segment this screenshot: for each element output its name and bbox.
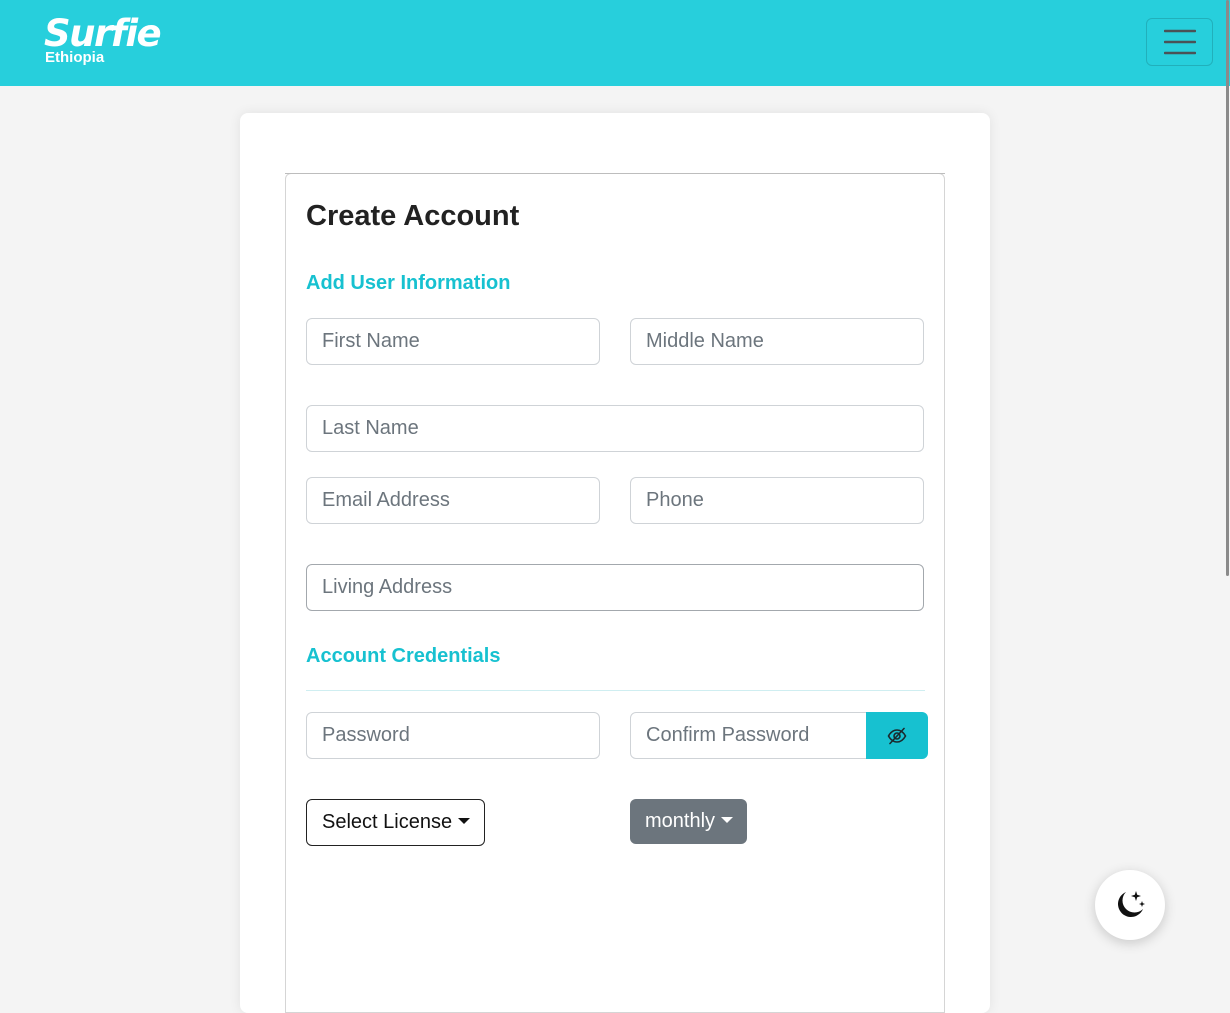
last-name-input[interactable] <box>306 405 924 452</box>
page-title: Create Account <box>306 200 520 232</box>
hamburger-menu-icon <box>1163 29 1196 55</box>
eye-slash-icon <box>887 727 907 744</box>
section-divider <box>306 690 925 691</box>
theme-toggle-button[interactable] <box>1095 870 1165 940</box>
email-input[interactable] <box>306 477 600 524</box>
first-name-input[interactable] <box>306 318 600 365</box>
phone-input[interactable] <box>630 477 924 524</box>
license-dropdown[interactable]: Select License <box>306 799 485 846</box>
license-dropdown-label: Select License <box>322 811 453 833</box>
living-address-input[interactable] <box>306 564 924 611</box>
billing-period-dropdown[interactable]: monthly <box>630 799 747 844</box>
menu-toggle-button[interactable] <box>1146 18 1213 66</box>
middle-name-input[interactable] <box>630 318 924 365</box>
logo-text: Surfie <box>44 12 162 55</box>
page-scrollbar[interactable] <box>1226 0 1229 576</box>
surfie-logo[interactable]: Surfie Ethiopia <box>44 12 162 66</box>
moon-stars-icon <box>1118 891 1145 917</box>
confirm-password-input[interactable] <box>630 712 867 759</box>
top-navbar: Surfie Ethiopia <box>0 0 1230 86</box>
password-visibility-toggle[interactable] <box>866 712 928 759</box>
chevron-down-icon <box>458 818 471 824</box>
user-info-heading: Add User Information <box>306 272 511 294</box>
chevron-down-icon <box>721 817 734 823</box>
credentials-heading: Account Credentials <box>306 645 501 667</box>
billing-period-label: monthly <box>645 810 716 832</box>
password-input[interactable] <box>306 712 600 759</box>
